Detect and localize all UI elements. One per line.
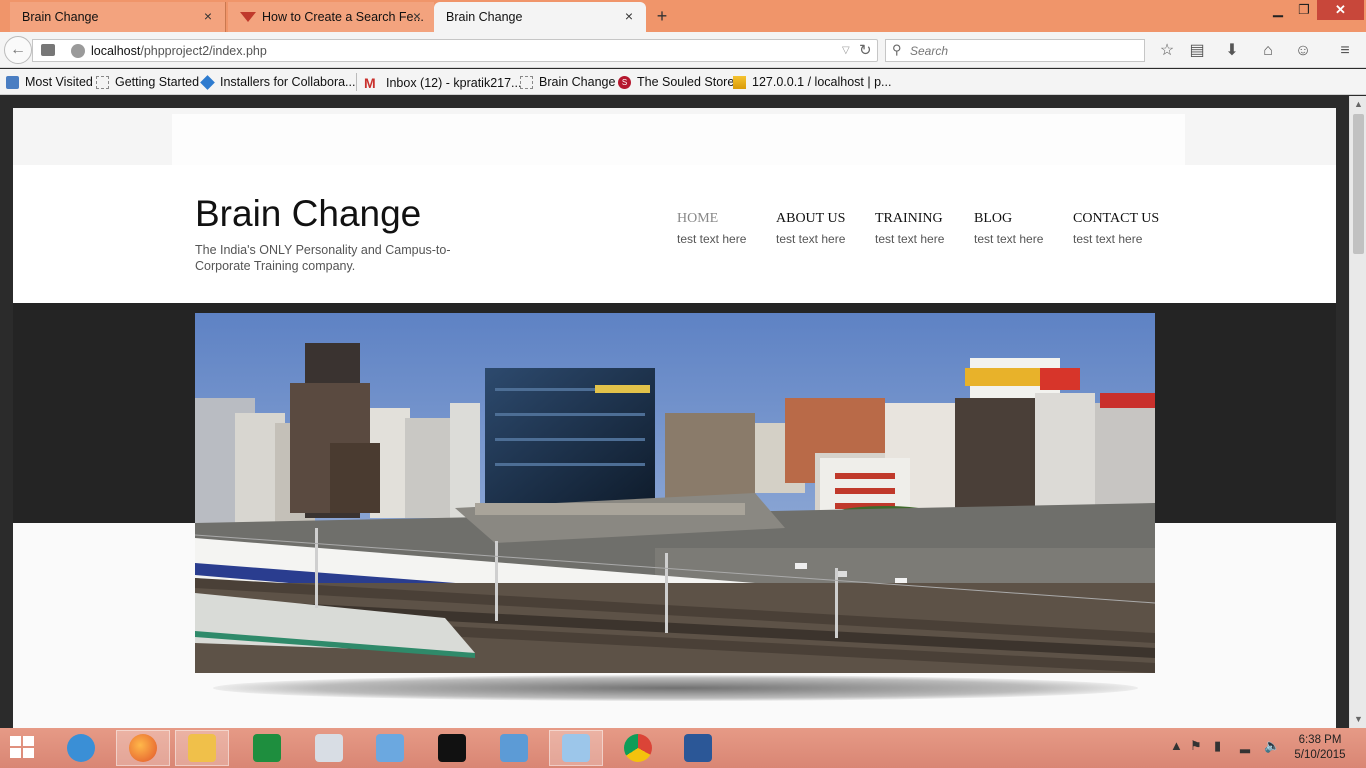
nav-label: TRAINING (875, 211, 943, 226)
tab-strip: Brain Change × How to Create a Search Fe… (0, 0, 1366, 32)
control-panel-icon[interactable] (487, 730, 541, 766)
windows-taskbar: ▲ ⚑ ▮ ▂ 🔈 6:38 PM 5/10/2015 (0, 728, 1366, 768)
firefox-icon[interactable] (116, 730, 170, 766)
close-tab-icon[interactable]: × (622, 9, 636, 23)
nav-sublabel: test text here (875, 232, 945, 246)
window-close-icon[interactable]: ✕ (1317, 0, 1364, 20)
site-tagline: The India's ONLY Personality and Campus-… (195, 243, 451, 273)
nav-blog[interactable]: BLOG test text here (974, 211, 1043, 246)
nav-home[interactable]: HOME test text here (677, 211, 746, 246)
bookmark-getting-started[interactable]: Getting Started (96, 75, 199, 89)
system-clock[interactable]: 6:38 PM 5/10/2015 (1292, 733, 1348, 763)
url-text[interactable]: localhost/phpproject2/index.php (91, 44, 267, 58)
bookmarks-folder-icon (6, 75, 19, 89)
nav-about-us[interactable]: ABOUT US test text here (776, 211, 845, 246)
search-icon: ⚲ (892, 42, 902, 57)
bookmark-star-icon[interactable]: ☆ (1156, 40, 1178, 62)
close-tab-icon[interactable]: × (410, 9, 424, 23)
city-skyline-illustration (195, 313, 1155, 673)
nav-training[interactable]: TRAINING test text here (875, 211, 944, 246)
vertical-scrollbar[interactable]: ▲ ▼ (1349, 96, 1366, 728)
internet-explorer-icon[interactable] (54, 730, 108, 766)
hero-shadow (213, 675, 1138, 701)
volume-icon[interactable]: 🔈 (1264, 738, 1280, 754)
navigation-toolbar: ← localhost/phpproject2/index.php ▽ ↻ ⚲ … (0, 32, 1366, 68)
bookmark-phpmyadmin[interactable]: 127.0.0.1 / localhost | p... (733, 75, 891, 89)
nav-label: ABOUT US (776, 211, 846, 226)
nav-label: CONTACT US (1073, 211, 1160, 226)
action-center-icon[interactable]: ⚑ (1190, 738, 1202, 754)
tab-label: Brain Change (22, 10, 99, 24)
chrome-icon[interactable] (611, 730, 665, 766)
reading-list-icon[interactable]: ▤ (1186, 40, 1208, 62)
page-info-icon[interactable] (41, 44, 55, 56)
tab-brain-change-1[interactable]: Brain Change × (10, 2, 226, 32)
nav-sublabel: test text here (974, 232, 1044, 246)
word-icon[interactable] (671, 730, 725, 766)
tab-brain-change-active[interactable]: Brain Change × (434, 2, 646, 32)
top-band (13, 108, 1336, 165)
globe-icon (71, 44, 85, 58)
show-hidden-icons-icon[interactable]: ▲ (1170, 738, 1183, 753)
top-band-inner (172, 114, 1185, 165)
bookmark-brain-change[interactable]: Brain Change (520, 75, 615, 89)
nav-sublabel: test text here (776, 232, 846, 246)
scroll-up-icon[interactable]: ▲ (1353, 99, 1364, 110)
new-tab-icon[interactable]: + (652, 6, 672, 26)
menu-icon[interactable]: ≡ (1334, 40, 1356, 62)
minimize-icon[interactable]: ▁ (1264, 0, 1292, 20)
windows-start-icon[interactable] (10, 736, 36, 760)
bookmark-souled-store[interactable]: S The Souled Store (618, 75, 734, 89)
nav-label: BLOG (974, 211, 1013, 226)
clock-time: 6:38 PM (1298, 734, 1342, 746)
nav-contact-us[interactable]: CONTACT US test text here (1073, 211, 1159, 246)
tab-label: Brain Change (446, 10, 523, 24)
bookmark-installers[interactable]: Installers for Collabora... (200, 74, 355, 90)
network-icon[interactable]: ▂ (1240, 738, 1250, 754)
page-icon (520, 75, 533, 89)
scroll-thumb[interactable] (1353, 114, 1364, 254)
souled-store-icon: S (618, 75, 631, 89)
bookmarks-toolbar: Most Visited Getting Started Installers … (0, 69, 1366, 95)
nav-sublabel: test text here (677, 232, 747, 246)
search-input[interactable]: ⚲ Search (885, 39, 1145, 62)
url-history-dropdown-icon[interactable]: ▽ (842, 45, 850, 56)
nav-sublabel: test text here (1073, 232, 1143, 246)
bookmark-most-visited[interactable]: Most Visited (6, 75, 93, 89)
bookmark-separator (356, 73, 357, 91)
downloads-icon[interactable]: ⬇ (1221, 40, 1243, 62)
maximize-icon[interactable]: ❐ (1290, 0, 1318, 20)
web-page: Brain Change The India's ONLY Personalit… (13, 108, 1336, 728)
windows-store-icon[interactable] (240, 730, 294, 766)
virtualbox-icon[interactable] (549, 730, 603, 766)
site-header: Brain Change The India's ONLY Personalit… (13, 165, 1336, 303)
site-favicon-icon (240, 12, 256, 22)
remote-desktop-icon[interactable] (363, 730, 417, 766)
page-viewport: Brain Change The India's ONLY Personalit… (0, 96, 1366, 728)
scroll-down-icon[interactable]: ▼ (1353, 714, 1364, 725)
phpmyadmin-icon (733, 75, 746, 89)
back-arrow-icon[interactable]: ← (4, 36, 32, 64)
nav-label: HOME (677, 211, 719, 226)
url-bar[interactable]: localhost/phpproject2/index.php ▽ ↻ (32, 39, 878, 62)
bookmark-inbox[interactable]: M Inbox (12) - kpratik217... (364, 75, 521, 91)
diamond-icon (200, 74, 215, 90)
tab-search-feature[interactable]: How to Create a Search Fe... × (228, 2, 434, 32)
command-prompt-icon[interactable] (425, 730, 479, 766)
file-explorer-icon[interactable] (175, 730, 229, 766)
close-tab-icon[interactable]: × (201, 9, 215, 23)
power-icon[interactable]: ▮ (1214, 738, 1221, 754)
clock-date: 5/10/2015 (1294, 749, 1346, 761)
page-icon (96, 75, 109, 89)
gmail-icon: M (364, 75, 376, 91)
search-placeholder: Search (910, 44, 949, 58)
hello-chat-icon[interactable]: ☺ (1292, 40, 1314, 62)
home-icon[interactable]: ⌂ (1257, 40, 1279, 62)
resource-monitor-icon[interactable] (302, 730, 356, 766)
reload-icon[interactable]: ↻ (859, 41, 872, 59)
hero-image (195, 313, 1155, 673)
tab-label: How to Create a Search Fe... (262, 10, 424, 24)
site-title[interactable]: Brain Change (195, 193, 421, 235)
